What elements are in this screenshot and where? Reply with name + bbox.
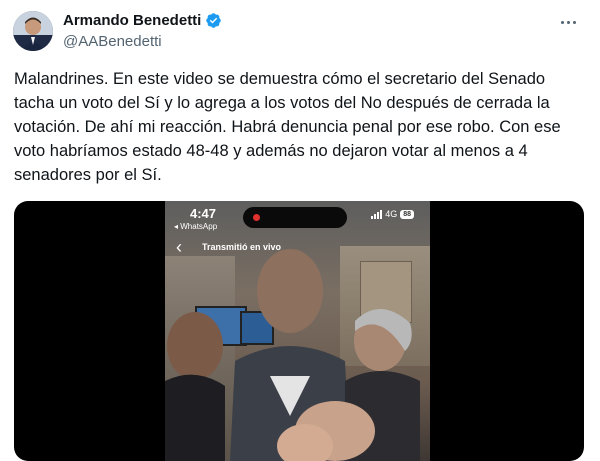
status-time: 4:47: [190, 206, 217, 221]
signal-indicator: 4G 88: [371, 209, 414, 219]
dynamic-island: [243, 207, 347, 228]
dot: [560, 20, 564, 24]
chevron-left-icon[interactable]: ‹: [176, 237, 182, 257]
author-name-text[interactable]: Armando Benedetti: [63, 12, 201, 29]
video-frame: 4:47 ◂ WhatsApp 4G 88 ‹ Transmitió en vi…: [165, 201, 430, 461]
crowd-scene: [165, 249, 420, 461]
avatar[interactable]: [13, 11, 53, 51]
author-handle[interactable]: @AABenedetti: [63, 33, 162, 50]
recording-dot-icon: [253, 214, 260, 221]
back-to-app-label: ◂ WhatsApp: [174, 222, 218, 231]
signal-bars-icon: [371, 209, 383, 219]
dot: [566, 20, 570, 24]
battery-icon: 88: [400, 209, 414, 219]
video-player[interactable]: 4:47 ◂ WhatsApp 4G 88 ‹ Transmitió en vi…: [14, 201, 584, 461]
phone-status-bar: 4:47 ◂ WhatsApp 4G 88: [165, 201, 430, 241]
author-name[interactable]: Armando Benedetti: [63, 12, 222, 29]
live-label: Transmitió en vivo: [202, 242, 282, 252]
live-broadcast-bar: ‹ Transmitió en vivo: [165, 237, 430, 259]
network-label: 4G: [385, 209, 398, 219]
dot: [572, 20, 576, 24]
more-options-button[interactable]: [556, 12, 580, 32]
tweet-text: Malandrines. En este video se demuestra …: [14, 70, 561, 184]
verified-badge-icon: [206, 13, 222, 28]
